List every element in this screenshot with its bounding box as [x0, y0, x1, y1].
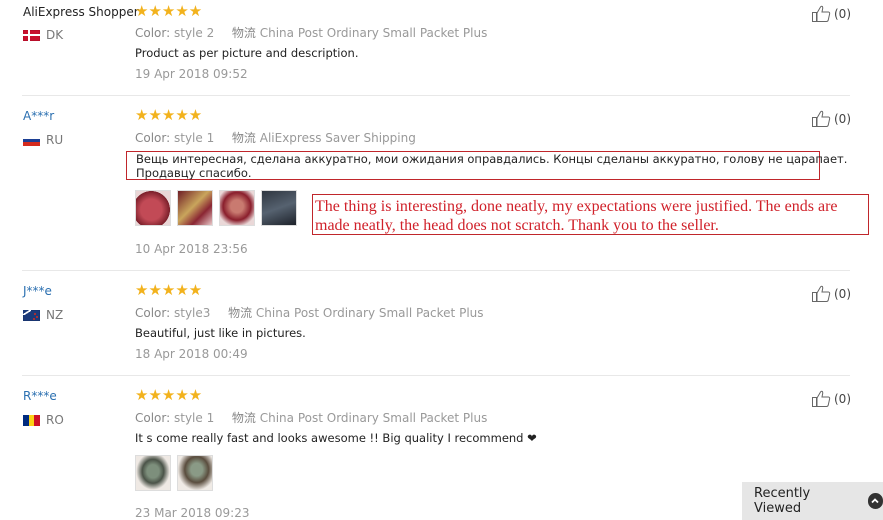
- review-photo[interactable]: [135, 190, 171, 226]
- review-meta: Color: style3 物流 China Post Ordinary Sma…: [135, 304, 484, 321]
- review-meta: Color: style 1 物流 AliExpress Saver Shipp…: [135, 129, 416, 146]
- review-text: Product as per picture and description.: [135, 46, 359, 60]
- review-meta: Color: style 1 物流 China Post Ordinary Sm…: [135, 409, 487, 426]
- review-date: 10 Apr 2018 23:56: [135, 242, 248, 256]
- logistics-label: 物流: [228, 306, 253, 320]
- review-date: 18 Apr 2018 00:49: [135, 347, 248, 361]
- review-text-line2: Продавцу спасибо.: [136, 166, 252, 180]
- review-photo[interactable]: [261, 190, 297, 226]
- helpful-button[interactable]: (0): [812, 285, 851, 302]
- helpful-count: (0): [834, 6, 851, 21]
- denmark-flag-icon: [23, 29, 40, 41]
- thumbs-up-icon: [812, 110, 831, 127]
- country-code: RO: [46, 413, 64, 427]
- reviewer-name[interactable]: J***e: [23, 284, 52, 298]
- country-code: DK: [46, 28, 64, 42]
- reviewer-country: NZ: [23, 308, 63, 322]
- romania-flag-icon: [23, 414, 40, 426]
- russia-flag-icon: [23, 134, 40, 146]
- color-value: style 1: [174, 131, 215, 145]
- country-code: NZ: [46, 308, 64, 322]
- color-value: style 1: [174, 411, 215, 425]
- reviewer-country: RO: [23, 413, 64, 427]
- star-rating: ★★★★★: [135, 106, 203, 124]
- new-zealand-flag-icon: [23, 309, 40, 321]
- logistics-label: 物流: [231, 411, 256, 425]
- reviewer-name[interactable]: A***r: [23, 109, 54, 123]
- recently-viewed-label: Recently Viewed: [754, 486, 811, 516]
- reviewer-name[interactable]: R***e: [23, 389, 57, 403]
- thumbs-up-icon: [812, 285, 831, 302]
- color-label: Color:: [135, 306, 171, 320]
- color-label: Color:: [135, 411, 171, 425]
- review-photo[interactable]: [219, 190, 255, 226]
- review-date: 23 Mar 2018 09:23: [135, 506, 250, 520]
- divider: [22, 375, 850, 376]
- color-label: Color:: [135, 131, 171, 145]
- recently-viewed-button[interactable]: Recently Viewed: [742, 482, 883, 520]
- helpful-button[interactable]: (0): [812, 390, 851, 407]
- review-photo[interactable]: [135, 455, 171, 491]
- review-photos: [135, 190, 297, 226]
- country-code: RU: [46, 133, 64, 147]
- divider: [22, 270, 850, 271]
- helpful-count: (0): [834, 391, 851, 406]
- logistics-label: 物流: [231, 131, 256, 145]
- review-photo[interactable]: [177, 455, 213, 491]
- review-text: Beautiful, just like in pictures.: [135, 326, 306, 340]
- reviewer-country: DK: [23, 28, 63, 42]
- star-rating: ★★★★★: [135, 281, 203, 299]
- color-value: style3: [174, 306, 211, 320]
- star-rating: ★★★★★: [135, 2, 203, 20]
- review-date: 19 Apr 2018 09:52: [135, 67, 248, 81]
- reviewer-country: RU: [23, 133, 63, 147]
- reviewer-name: AliExpress Shopper: [23, 5, 139, 19]
- color-label: Color:: [135, 26, 171, 40]
- color-value: style 2: [174, 26, 215, 40]
- star-rating: ★★★★★: [135, 386, 203, 404]
- logistics-value: AliExpress Saver Shipping: [259, 131, 416, 145]
- review-text-line1: Вещь интересная, сделана аккуратно, мои …: [136, 152, 848, 166]
- thumbs-up-icon: [812, 390, 831, 407]
- divider: [22, 95, 850, 96]
- translation-note: The thing is interesting, done neatly, m…: [312, 194, 869, 235]
- review-text: It s come really fast and looks awesome …: [135, 431, 537, 445]
- thumbs-up-icon: [812, 5, 831, 22]
- helpful-button[interactable]: (0): [812, 5, 851, 22]
- helpful-button[interactable]: (0): [812, 110, 851, 127]
- logistics-label: 物流: [231, 26, 256, 40]
- chevron-up-icon: [867, 493, 883, 509]
- review-photos: [135, 455, 213, 491]
- logistics-value: China Post Ordinary Small Packet Plus: [259, 26, 488, 40]
- review-meta: Color: style 2 物流 China Post Ordinary Sm…: [135, 24, 487, 41]
- logistics-value: China Post Ordinary Small Packet Plus: [259, 411, 488, 425]
- helpful-count: (0): [834, 111, 851, 126]
- logistics-value: China Post Ordinary Small Packet Plus: [255, 306, 484, 320]
- review-photo[interactable]: [177, 190, 213, 226]
- helpful-count: (0): [834, 286, 851, 301]
